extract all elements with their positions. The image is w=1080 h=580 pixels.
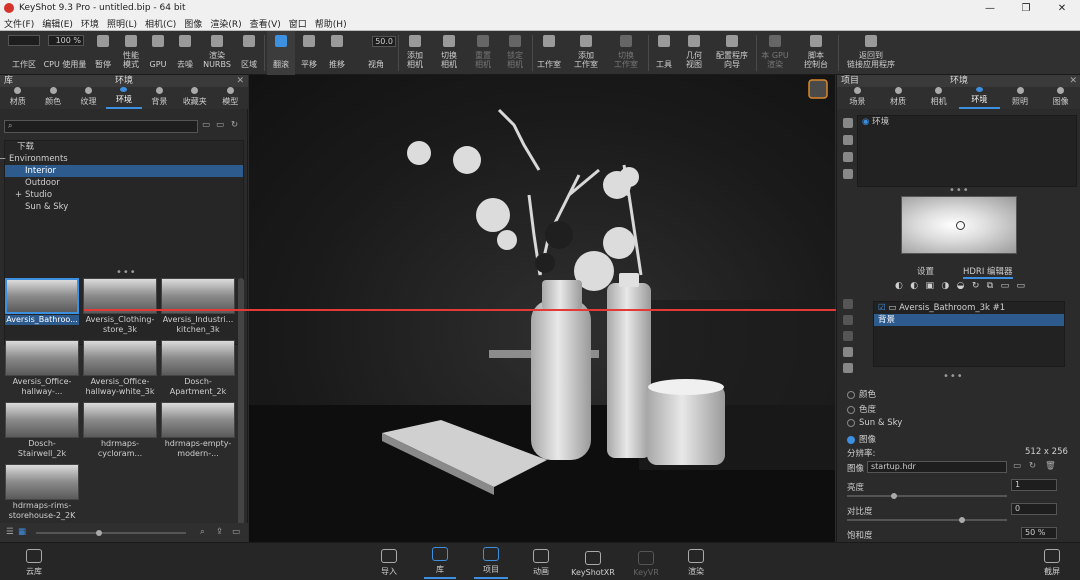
tab-environment[interactable]: 环境 [959,87,1000,109]
tab-settings[interactable]: 设置 [917,265,934,277]
hdri-pin-toolbar: ◐ ◐ ▣ ◑ ◒ ↻ ⧉ ▭ ▭ [895,281,1025,293]
import-icon [381,549,397,563]
pin-sun-icon[interactable]: ◒ [957,281,965,293]
resolution-label: 分辨率: [847,449,876,459]
import-button[interactable]: 导入 [374,545,404,579]
cloud-library-button[interactable]: 云库 [18,545,50,579]
project-tabs: 场景 材质 相机 环境 照明 图像 [837,87,1080,109]
project-panel: 项目 环境 ✕ 场景 材质 相机 环境 照明 图像 ◉ 环境 ••• 设置 HD… [836,75,1080,542]
animation-button[interactable]: 动画 [526,545,556,579]
list-item[interactable]: ☑ ▭ Aversis_Bathroom_3k #1 [874,302,1064,314]
copy-environment-icon[interactable] [843,152,853,162]
hdri-pin-handle[interactable] [956,221,965,230]
saturation-input[interactable]: 50 % [1021,527,1057,539]
image-label: 图像 [847,464,865,474]
folder-icon[interactable]: ▭ [1013,461,1021,471]
contrast-slider[interactable] [847,517,1007,523]
brightness-slider[interactable] [847,493,1007,499]
add-layer-icon[interactable] [843,299,853,309]
environment-icon [975,87,983,92]
background-image-radio[interactable]: 图像 [847,433,876,445]
keyshotxr-icon [585,551,601,565]
screenshot-icon [1044,549,1060,563]
panel-resize-handle[interactable]: ••• [943,371,964,382]
project-panel-title: 环境 [949,76,968,86]
tab-lighting[interactable]: 照明 [1000,87,1041,109]
image-file-field[interactable]: startup.hdr [867,461,1007,473]
panel-close-icon[interactable]: ✕ [1069,75,1077,87]
contrast-label: 对比度 [847,507,873,517]
pin-folder-icon[interactable]: ▭ [1016,281,1025,293]
delete-icon[interactable]: 🗑 [1045,461,1056,471]
layer-type-icon: ▭ [888,303,900,313]
slider-knob[interactable] [891,493,897,499]
library-button[interactable]: 库 [424,545,456,579]
environment-list: ◉ 环境 [857,115,1077,187]
pin-copy-icon[interactable]: ⧉ [987,281,993,293]
pin-light-icon[interactable]: ◐ [910,281,918,293]
cloud-library-icon [26,549,42,563]
list-item[interactable]: ◉ 环境 [858,116,1076,128]
render-button[interactable]: 渲染 [680,545,712,579]
image-icon [1057,87,1065,94]
screenshot-button[interactable]: 截屏 [1036,545,1068,579]
hdri-preview[interactable] [901,196,1017,254]
crosshair-icon[interactable] [843,363,853,373]
environment-active-icon: ◉ [862,117,873,127]
hdri-layer-list: ☑ ▭ Aversis_Bathroom_3k #1 背景 [873,301,1065,367]
background-chroma-radio[interactable]: 色度 [847,403,876,415]
move-down-icon[interactable] [843,331,853,341]
project-header-label: 项目 [841,76,860,86]
pin-add-icon[interactable]: ◐ [895,281,903,293]
bottom-ribbon: 云库 导入 库 项目 动画 KeyShotXR KeyVR 渲染 截屏 [0,542,1080,580]
pin-image-icon[interactable]: ▣ [925,281,934,293]
tab-camera[interactable]: 相机 [918,87,959,109]
duplicate-environment-icon[interactable] [843,135,853,145]
scene-icon [853,87,861,94]
project-panel-header: 项目 环境 ✕ [837,75,1080,87]
project-icon [483,547,499,561]
animation-icon [533,549,549,563]
move-up-icon[interactable] [843,315,853,325]
layer-checkbox[interactable]: ☑ [878,303,886,313]
background-sunsky-radio[interactable]: Sun & Sky [847,418,902,428]
keyvr-button[interactable]: KeyVR [630,545,662,579]
panel-resize-handle[interactable]: ••• [949,185,970,196]
lighting-icon [1016,87,1024,94]
brightness-label: 亮度 [847,483,865,493]
resolution-value: 512 x 256 [1025,447,1068,457]
refresh-icon[interactable]: ↻ [1029,461,1036,471]
render-icon [688,549,704,563]
pin-gradient-icon[interactable]: ◑ [941,281,949,293]
project-button[interactable]: 项目 [474,545,508,579]
tab-material[interactable]: 材质 [878,87,919,109]
pin-refresh-icon[interactable]: ↻ [972,281,980,293]
add-environment-icon[interactable] [843,118,853,128]
material-icon [894,87,902,94]
saturation-label: 饱和度 [847,531,873,541]
keyshotxr-button[interactable]: KeyShotXR [570,545,616,579]
brightness-input[interactable]: 1 [1011,479,1057,491]
contrast-input[interactable]: 0 [1011,503,1057,515]
delete-environment-icon[interactable] [843,169,853,179]
tab-hdri-editor[interactable]: HDRI 编辑器 [963,265,1013,279]
background-color-radio[interactable]: 颜色 [847,388,876,400]
list-item[interactable]: 背景 [874,314,1064,326]
layer-folder-icon[interactable] [843,347,853,357]
library-icon [432,547,448,561]
slider-knob[interactable] [959,517,965,523]
pin-screen-icon[interactable]: ▭ [1001,281,1010,293]
tab-scene[interactable]: 场景 [837,87,878,109]
keyvr-icon [638,551,654,565]
camera-icon [935,87,943,94]
tab-image[interactable]: 图像 [1040,87,1080,109]
